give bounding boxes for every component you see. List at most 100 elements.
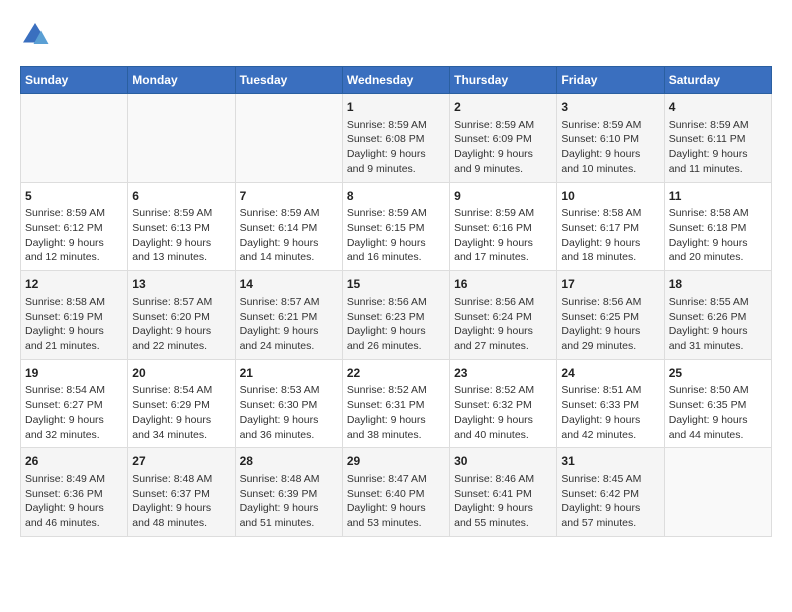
- calendar-cell: 10Sunrise: 8:58 AM Sunset: 6:17 PM Dayli…: [557, 182, 664, 271]
- day-detail: Sunrise: 8:58 AM Sunset: 6:19 PM Dayligh…: [25, 295, 123, 354]
- day-number: 16: [454, 276, 552, 293]
- day-detail: Sunrise: 8:51 AM Sunset: 6:33 PM Dayligh…: [561, 383, 659, 442]
- day-number: 17: [561, 276, 659, 293]
- day-detail: Sunrise: 8:59 AM Sunset: 6:16 PM Dayligh…: [454, 206, 552, 265]
- calendar-cell: 14 Sunrise: 8:57 AM Sunset: 6:21 PM Dayli…: [235, 271, 342, 360]
- day-detail: Sunrise: 8:56 AM Sunset: 6:25 PM Dayligh…: [561, 295, 659, 354]
- calendar-cell: 6Sunrise: 8:59 AM Sunset: 6:13 PM Daylig…: [128, 182, 235, 271]
- day-detail: Sunrise: 8:50 AM Sunset: 6:35 PM Dayligh…: [669, 383, 767, 442]
- calendar-cell: 20Sunrise: 8:54 AM Sunset: 6:29 PM Dayli…: [128, 359, 235, 448]
- logo: [20, 20, 54, 50]
- day-number: 1: [347, 99, 445, 116]
- calendar-week-row: 19Sunrise: 8:54 AM Sunset: 6:27 PM Dayli…: [21, 359, 772, 448]
- calendar-cell: 27 Sunrise: 8:48 AM Sunset: 6:37 PM Dayli…: [128, 448, 235, 537]
- calendar-cell: 25Sunrise: 8:50 AM Sunset: 6:35 PM Dayli…: [664, 359, 771, 448]
- day-number: 26: [25, 453, 123, 470]
- weekday-header-friday: Friday: [557, 67, 664, 94]
- day-detail: Sunrise: 8:48 AM Sunset: 6:37 PM Dayligh…: [132, 472, 230, 531]
- day-number: 25: [669, 365, 767, 382]
- day-detail: Sunrise: 8:52 AM Sunset: 6:32 PM Dayligh…: [454, 383, 552, 442]
- calendar-cell: 29 Sunrise: 8:47 AM Sunset: 6:40 PM Dayli…: [342, 448, 449, 537]
- day-detail: Sunrise: 8:54 AM Sunset: 6:29 PM Dayligh…: [132, 383, 230, 442]
- day-number: 11: [669, 188, 767, 205]
- day-detail: Sunrise: 8:45 AM Sunset: 6:42 PM Dayligh…: [561, 472, 659, 531]
- day-detail: Sunrise: 8:57 AM Sunset: 6:20 PM Dayligh…: [132, 295, 230, 354]
- day-number: 10: [561, 188, 659, 205]
- calendar-cell: [235, 94, 342, 183]
- logo-icon: [20, 20, 50, 50]
- weekday-header-thursday: Thursday: [450, 67, 557, 94]
- day-detail: Sunrise: 8:59 AM Sunset: 6:08 PM Dayligh…: [347, 118, 445, 177]
- day-detail: Sunrise: 8:53 AM Sunset: 6:30 PM Dayligh…: [240, 383, 338, 442]
- day-detail: Sunrise: 8:46 AM Sunset: 6:41 PM Dayligh…: [454, 472, 552, 531]
- day-number: 15: [347, 276, 445, 293]
- calendar-cell: 24Sunrise: 8:51 AM Sunset: 6:33 PM Dayli…: [557, 359, 664, 448]
- calendar-cell: 9Sunrise: 8:59 AM Sunset: 6:16 PM Daylig…: [450, 182, 557, 271]
- day-number: 14: [240, 276, 338, 293]
- calendar-cell: 3 Sunrise: 8:59 AM Sunset: 6:10 PM Daylig…: [557, 94, 664, 183]
- day-detail: Sunrise: 8:48 AM Sunset: 6:39 PM Dayligh…: [240, 472, 338, 531]
- calendar-week-row: 12 Sunrise: 8:58 AM Sunset: 6:19 PM Dayli…: [21, 271, 772, 360]
- calendar-cell: 13 Sunrise: 8:57 AM Sunset: 6:20 PM Dayli…: [128, 271, 235, 360]
- calendar-cell: 12 Sunrise: 8:58 AM Sunset: 6:19 PM Dayli…: [21, 271, 128, 360]
- day-number: 28: [240, 453, 338, 470]
- calendar-cell: 28 Sunrise: 8:48 AM Sunset: 6:39 PM Dayli…: [235, 448, 342, 537]
- day-number: 20: [132, 365, 230, 382]
- day-detail: Sunrise: 8:59 AM Sunset: 6:09 PM Dayligh…: [454, 118, 552, 177]
- calendar-cell: 23Sunrise: 8:52 AM Sunset: 6:32 PM Dayli…: [450, 359, 557, 448]
- day-number: 8: [347, 188, 445, 205]
- day-number: 29: [347, 453, 445, 470]
- weekday-header-tuesday: Tuesday: [235, 67, 342, 94]
- calendar-cell: 22Sunrise: 8:52 AM Sunset: 6:31 PM Dayli…: [342, 359, 449, 448]
- calendar-cell: 5Sunrise: 8:59 AM Sunset: 6:12 PM Daylig…: [21, 182, 128, 271]
- day-number: 27: [132, 453, 230, 470]
- weekday-header-monday: Monday: [128, 67, 235, 94]
- calendar-cell: [664, 448, 771, 537]
- day-detail: Sunrise: 8:47 AM Sunset: 6:40 PM Dayligh…: [347, 472, 445, 531]
- day-number: 2: [454, 99, 552, 116]
- calendar-week-row: 1 Sunrise: 8:59 AM Sunset: 6:08 PM Daylig…: [21, 94, 772, 183]
- day-detail: Sunrise: 8:52 AM Sunset: 6:31 PM Dayligh…: [347, 383, 445, 442]
- calendar-cell: 11Sunrise: 8:58 AM Sunset: 6:18 PM Dayli…: [664, 182, 771, 271]
- day-number: 23: [454, 365, 552, 382]
- day-detail: Sunrise: 8:59 AM Sunset: 6:15 PM Dayligh…: [347, 206, 445, 265]
- calendar-cell: 21Sunrise: 8:53 AM Sunset: 6:30 PM Dayli…: [235, 359, 342, 448]
- weekday-header-saturday: Saturday: [664, 67, 771, 94]
- day-number: 18: [669, 276, 767, 293]
- calendar-cell: 31Sunrise: 8:45 AM Sunset: 6:42 PM Dayli…: [557, 448, 664, 537]
- day-number: 6: [132, 188, 230, 205]
- calendar-header-row: SundayMondayTuesdayWednesdayThursdayFrid…: [21, 67, 772, 94]
- day-detail: Sunrise: 8:59 AM Sunset: 6:14 PM Dayligh…: [240, 206, 338, 265]
- day-detail: Sunrise: 8:56 AM Sunset: 6:24 PM Dayligh…: [454, 295, 552, 354]
- day-number: 7: [240, 188, 338, 205]
- calendar-week-row: 5Sunrise: 8:59 AM Sunset: 6:12 PM Daylig…: [21, 182, 772, 271]
- header: [20, 20, 772, 50]
- day-number: 24: [561, 365, 659, 382]
- weekday-header-sunday: Sunday: [21, 67, 128, 94]
- day-detail: Sunrise: 8:59 AM Sunset: 6:10 PM Dayligh…: [561, 118, 659, 177]
- calendar-cell: 1 Sunrise: 8:59 AM Sunset: 6:08 PM Daylig…: [342, 94, 449, 183]
- calendar-cell: 18Sunrise: 8:55 AM Sunset: 6:26 PM Dayli…: [664, 271, 771, 360]
- weekday-header-wednesday: Wednesday: [342, 67, 449, 94]
- day-detail: Sunrise: 8:49 AM Sunset: 6:36 PM Dayligh…: [25, 472, 123, 531]
- day-detail: Sunrise: 8:59 AM Sunset: 6:12 PM Dayligh…: [25, 206, 123, 265]
- calendar-cell: 19Sunrise: 8:54 AM Sunset: 6:27 PM Dayli…: [21, 359, 128, 448]
- day-detail: Sunrise: 8:57 AM Sunset: 6:21 PM Dayligh…: [240, 295, 338, 354]
- day-number: 12: [25, 276, 123, 293]
- calendar-cell: 15 Sunrise: 8:56 AM Sunset: 6:23 PM Dayli…: [342, 271, 449, 360]
- day-detail: Sunrise: 8:59 AM Sunset: 6:13 PM Dayligh…: [132, 206, 230, 265]
- calendar-cell: 7Sunrise: 8:59 AM Sunset: 6:14 PM Daylig…: [235, 182, 342, 271]
- calendar-cell: 8Sunrise: 8:59 AM Sunset: 6:15 PM Daylig…: [342, 182, 449, 271]
- day-number: 30: [454, 453, 552, 470]
- day-detail: Sunrise: 8:56 AM Sunset: 6:23 PM Dayligh…: [347, 295, 445, 354]
- day-number: 19: [25, 365, 123, 382]
- calendar-table: SundayMondayTuesdayWednesdayThursdayFrid…: [20, 66, 772, 537]
- day-number: 9: [454, 188, 552, 205]
- day-number: 22: [347, 365, 445, 382]
- day-number: 13: [132, 276, 230, 293]
- calendar-cell: [21, 94, 128, 183]
- calendar-cell: 30 Sunrise: 8:46 AM Sunset: 6:41 PM Dayli…: [450, 448, 557, 537]
- day-number: 3: [561, 99, 659, 116]
- day-number: 21: [240, 365, 338, 382]
- day-detail: Sunrise: 8:58 AM Sunset: 6:17 PM Dayligh…: [561, 206, 659, 265]
